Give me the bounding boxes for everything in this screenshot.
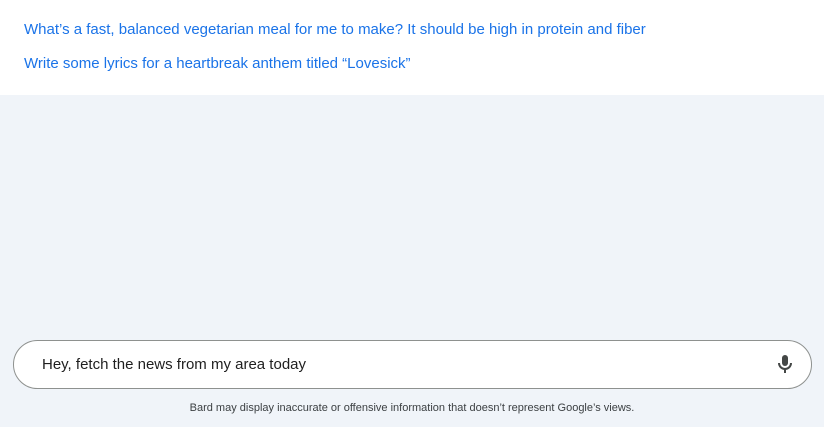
suggestion-link-lovesick-lyrics[interactable]: Write some lyrics for a heartbreak anthe… [24, 54, 411, 74]
microphone-icon[interactable] [773, 352, 797, 376]
suggestion-link-vegetarian-meal[interactable]: What’s a fast, balanced vegetarian meal … [24, 20, 646, 40]
disclaimer-text: Bard may display inaccurate or offensive… [189, 402, 635, 414]
suggestions-panel: What’s a fast, balanced vegetarian meal … [0, 0, 824, 95]
prompt-input-bar [13, 340, 812, 389]
prompt-input[interactable] [42, 341, 742, 388]
